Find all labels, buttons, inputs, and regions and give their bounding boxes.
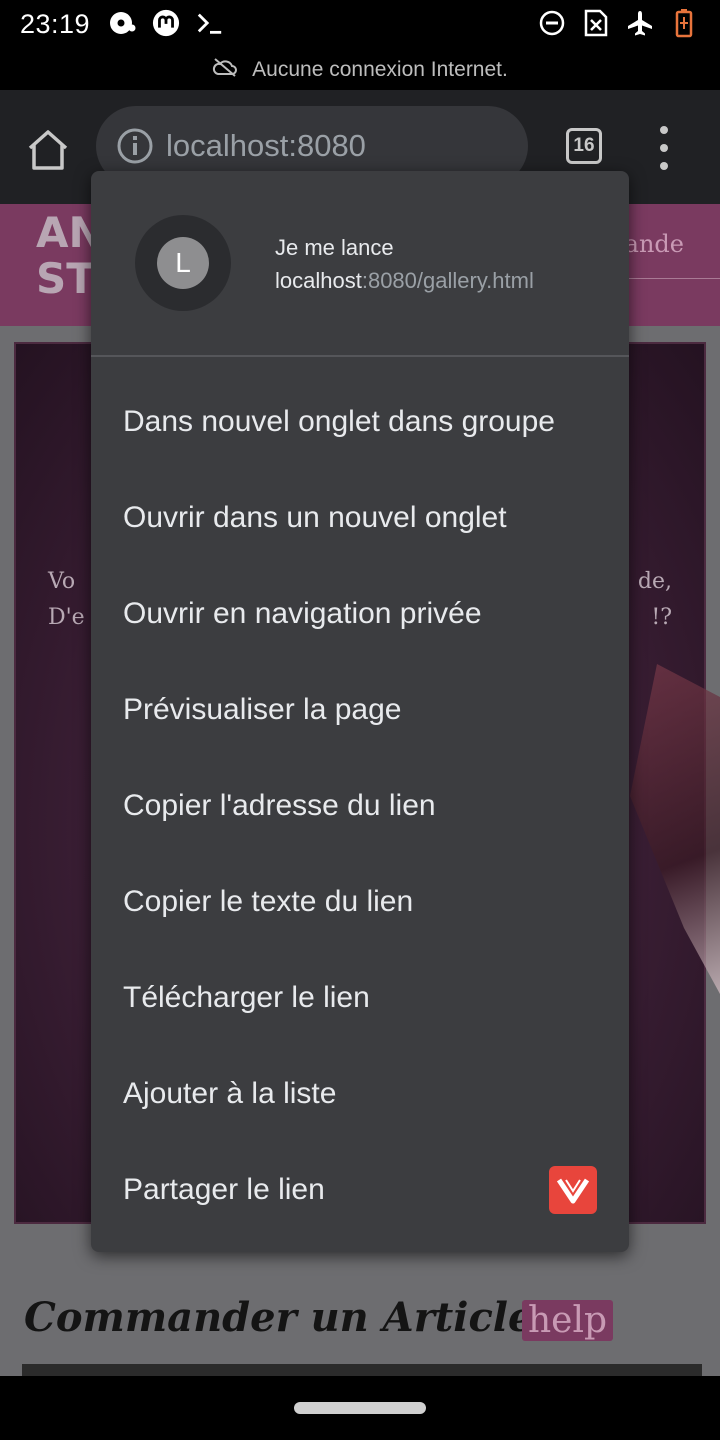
more-options-button[interactable]: [650, 126, 678, 170]
menu-item-copy-link-text[interactable]: Copier le texte du lien: [91, 854, 629, 950]
hero-text-left: Vo D'e: [48, 569, 85, 630]
offline-text: Aucune connexion Internet.: [252, 58, 508, 81]
divider: [620, 278, 720, 279]
share-link-label: Partager le lien: [123, 1173, 325, 1206]
menu-item-share-link[interactable]: Partager le lien: [91, 1142, 629, 1238]
more-dot-icon: [660, 126, 668, 134]
home-gesture-pill[interactable]: [294, 1402, 426, 1414]
context-menu-items: Dans nouvel onglet dans groupe Ouvrir da…: [91, 374, 629, 1238]
do-not-disturb-icon: [538, 8, 566, 38]
vidmate-icon: [556, 1178, 590, 1204]
menu-item-add-to-reading-list[interactable]: Ajouter à la liste: [91, 1046, 629, 1142]
menu-item-open-new-tab[interactable]: Ouvrir dans un nouvel onglet: [91, 470, 629, 566]
status-bar: 23:19: [0, 0, 720, 50]
page-title: Commander un Article: [24, 1294, 534, 1341]
url-text[interactable]: localhost:8080: [166, 128, 366, 164]
menu-item-copy-link-address[interactable]: Copier l'adresse du lien: [91, 758, 629, 854]
link-url-host: localhost: [275, 268, 362, 293]
more-dot-icon: [660, 162, 668, 170]
home-icon: [28, 130, 68, 170]
share-app-icon[interactable]: [549, 1166, 597, 1214]
system-nav-bar: [0, 1376, 720, 1440]
cloud-off-icon: [212, 57, 238, 83]
menu-item-open-in-group[interactable]: Dans nouvel onglet dans groupe: [91, 374, 629, 470]
menu-item-download-link[interactable]: Télécharger le lien: [91, 950, 629, 1046]
tab-switcher-button[interactable]: 16: [566, 128, 602, 164]
page-subtitle-clipped: [22, 1364, 702, 1376]
hero-text-right: de, !?: [637, 569, 672, 630]
menu-item-open-incognito[interactable]: Ouvrir en navigation privée: [91, 566, 629, 662]
media-icon: [108, 8, 136, 38]
link-url-path: :8080/gallery.html: [361, 268, 534, 293]
menu-item-preview-page[interactable]: Prévisualiser la page: [91, 662, 629, 758]
help-link[interactable]: help: [522, 1300, 614, 1341]
status-time: 23:19: [20, 9, 91, 39]
no-sim-icon: [582, 8, 610, 38]
info-icon[interactable]: [116, 127, 154, 165]
hero-decoration: [630, 664, 720, 994]
context-menu-header: L Je me lance localhost:8080/gallery.htm…: [91, 171, 629, 355]
airplane-icon: [626, 8, 654, 38]
link-context-menu: L Je me lance localhost:8080/gallery.htm…: [91, 171, 629, 1252]
avatar-letter: L: [157, 237, 209, 289]
offline-banner: Aucune connexion Internet.: [0, 50, 720, 90]
battery-low-icon: [670, 8, 698, 38]
mastodon-icon: [152, 8, 180, 38]
terminal-icon: [196, 8, 224, 38]
page-nav-link[interactable]: ande: [625, 230, 684, 258]
link-url: localhost:8080/gallery.html: [275, 268, 534, 294]
divider: [91, 355, 629, 357]
home-button[interactable]: [22, 124, 74, 176]
notification-icons: [108, 8, 224, 38]
more-dot-icon: [660, 144, 668, 152]
system-icons: [538, 8, 698, 38]
link-title: Je me lance: [275, 235, 394, 260]
favicon-avatar: L: [135, 215, 231, 311]
